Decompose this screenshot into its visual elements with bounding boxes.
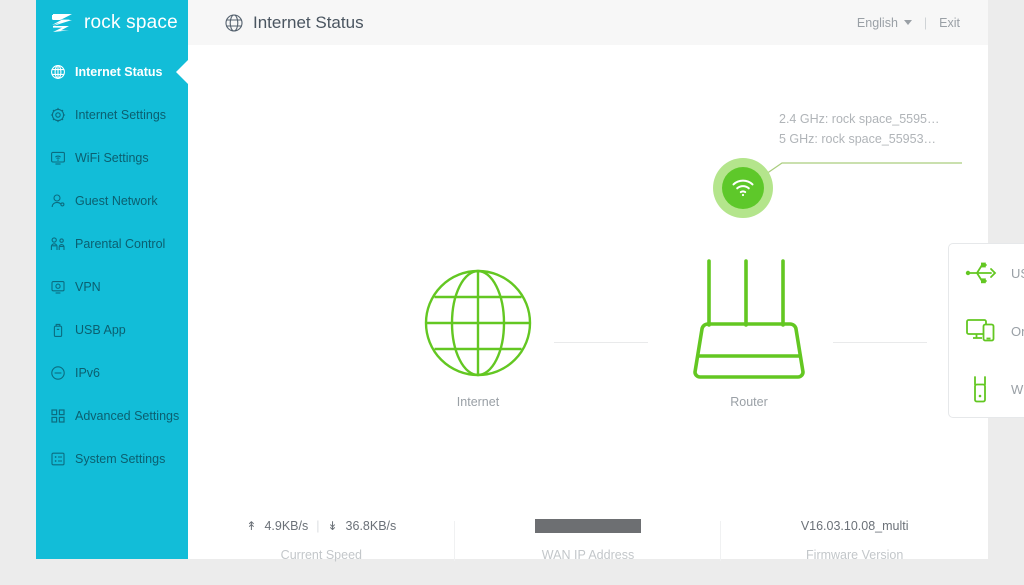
sidebar-item-system-settings[interactable]: System Settings bbox=[36, 441, 188, 477]
current-speed-value: ↟ 4.9KB/s | ↡ 36.8KB/s bbox=[188, 515, 455, 537]
globe-icon bbox=[50, 64, 66, 80]
device-info-panel: USB: 1 Online: 3 bbox=[948, 243, 1024, 418]
sidebar-item-internet-status[interactable]: Internet Status bbox=[36, 54, 188, 90]
usb-drive-icon bbox=[50, 322, 66, 338]
node-router[interactable]: Router bbox=[683, 252, 815, 409]
minus-circle-icon bbox=[50, 365, 66, 381]
sidebar-item-ipv6[interactable]: IPv6 bbox=[36, 355, 188, 391]
ssid-5ghz: 5 GHz: rock space_55953… bbox=[779, 132, 937, 146]
stat-current-speed: ↟ 4.9KB/s | ↡ 36.8KB/s Current Speed bbox=[188, 515, 455, 585]
wan-ip-label: WAN IP Address bbox=[541, 548, 635, 562]
page-header: Internet Status English | Exit bbox=[188, 0, 988, 45]
settings-globe-icon bbox=[50, 107, 66, 123]
sidebar-item-internet-settings[interactable]: Internet Settings bbox=[36, 97, 188, 133]
header-actions: English | Exit bbox=[857, 0, 960, 45]
language-label: English bbox=[856, 15, 898, 30]
info-row-wifi-extender[interactable]: WiFi Extender bbox=[949, 360, 1024, 418]
chevron-down-icon bbox=[903, 20, 912, 25]
sidebar-item-label: IPv6 bbox=[75, 366, 101, 380]
wan-ip-value bbox=[455, 515, 722, 537]
vpn-shield-icon bbox=[50, 279, 66, 295]
main-content: Internet Status English | Exit 2.4 GHz: … bbox=[188, 0, 1024, 562]
sidebar-item-label: Parental Control bbox=[75, 237, 166, 251]
brand-name: rock space bbox=[84, 11, 178, 33]
parental-control-icon bbox=[50, 236, 66, 252]
page-title: Internet Status bbox=[224, 13, 364, 33]
node-internet[interactable]: Internet bbox=[417, 267, 539, 409]
usb-icon bbox=[965, 258, 997, 288]
arrow-up-icon: ↟ bbox=[246, 519, 257, 533]
sidebar-item-label: Internet Status bbox=[75, 65, 163, 79]
node-router-label: Router bbox=[730, 395, 768, 409]
sidebar-item-guest-network[interactable]: Guest Network bbox=[36, 183, 188, 219]
globe-wire-icon bbox=[424, 269, 532, 377]
status-bar: ↟ 4.9KB/s | ↡ 36.8KB/s Current Speed WAN… bbox=[188, 515, 988, 585]
node-internet-label: Internet bbox=[456, 395, 500, 409]
sidebar-item-label: System Settings bbox=[75, 452, 166, 466]
download-speed: 36.8KB/s bbox=[345, 519, 397, 533]
topology-canvas: 2.4 GHz: rock space_5595… 5 GHz: rock sp… bbox=[188, 45, 1024, 562]
active-indicator-arrow bbox=[176, 59, 188, 85]
redacted-bar bbox=[535, 519, 641, 533]
rockspace-logo-icon bbox=[50, 12, 76, 34]
sidebar-item-advanced-settings[interactable]: Advanced Settings bbox=[36, 398, 188, 434]
info-row-usb[interactable]: USB: 1 bbox=[949, 244, 1024, 302]
router-icon bbox=[693, 259, 805, 379]
globe-icon bbox=[224, 13, 244, 33]
sidebar-item-label: Guest Network bbox=[75, 194, 158, 208]
arrow-down-icon: ↡ bbox=[327, 519, 338, 533]
info-row-extender-text: WiFi Extender bbox=[1011, 381, 1024, 397]
sidebar: rock space Internet Status Internet Sett… bbox=[36, 0, 188, 559]
exit-button[interactable]: Exit bbox=[939, 16, 960, 30]
wifi-signal-icon bbox=[722, 167, 764, 209]
firmware-label: Firmware Version bbox=[806, 548, 904, 562]
brand-logo[interactable]: rock space bbox=[36, 0, 188, 45]
wifi-status-badge[interactable] bbox=[713, 158, 773, 218]
grid-squares-icon bbox=[50, 408, 66, 424]
devices-icon bbox=[965, 316, 997, 346]
info-row-online[interactable]: Online: 3 bbox=[949, 302, 1024, 360]
speed-separator: | bbox=[316, 519, 320, 533]
ssid-24ghz: 2.4 GHz: rock space_5595… bbox=[779, 112, 940, 126]
current-speed-label: Current Speed bbox=[280, 548, 362, 562]
sidebar-item-label: USB App bbox=[75, 323, 126, 337]
ssid-labels: 2.4 GHz: rock space_5595… 5 GHz: rock sp… bbox=[779, 109, 940, 149]
sidebar-item-vpn[interactable]: VPN bbox=[36, 269, 188, 305]
sidebar-item-label: Advanced Settings bbox=[75, 409, 180, 423]
connector-internet-router bbox=[554, 342, 648, 343]
firmware-value: V16.03.10.08_multi bbox=[800, 519, 909, 533]
sidebar-item-label: WiFi Settings bbox=[75, 151, 149, 165]
wifi-extender-icon bbox=[965, 374, 997, 404]
info-row-usb-text: USB: 1 bbox=[1011, 265, 1024, 281]
stat-firmware: V16.03.10.08_multi Firmware Version bbox=[721, 515, 988, 585]
page-title-text: Internet Status bbox=[253, 12, 364, 32]
list-panel-icon bbox=[50, 451, 66, 467]
info-row-online-text: Online: 3 bbox=[1011, 323, 1024, 339]
sidebar-nav: Internet Status Internet Settings WiFi S… bbox=[36, 54, 188, 477]
sidebar-item-wifi-settings[interactable]: WiFi Settings bbox=[36, 140, 188, 176]
connector-router-devices bbox=[833, 342, 927, 343]
user-icon bbox=[50, 193, 66, 209]
monitor-wifi-icon bbox=[50, 150, 66, 166]
sidebar-item-label: Internet Settings bbox=[75, 108, 167, 122]
ssid-leader-line bbox=[749, 162, 962, 186]
upload-speed: 4.9KB/s bbox=[264, 519, 309, 533]
sidebar-item-label: VPN bbox=[75, 280, 101, 294]
sidebar-item-parental-control[interactable]: Parental Control bbox=[36, 226, 188, 262]
sidebar-item-usb-app[interactable]: USB App bbox=[36, 312, 188, 348]
stat-wan-ip: WAN IP Address bbox=[455, 515, 722, 585]
header-separator: | bbox=[923, 15, 928, 30]
app-window: rock space Internet Status Internet Sett… bbox=[36, 0, 1024, 562]
language-selector[interactable]: English bbox=[857, 16, 912, 30]
